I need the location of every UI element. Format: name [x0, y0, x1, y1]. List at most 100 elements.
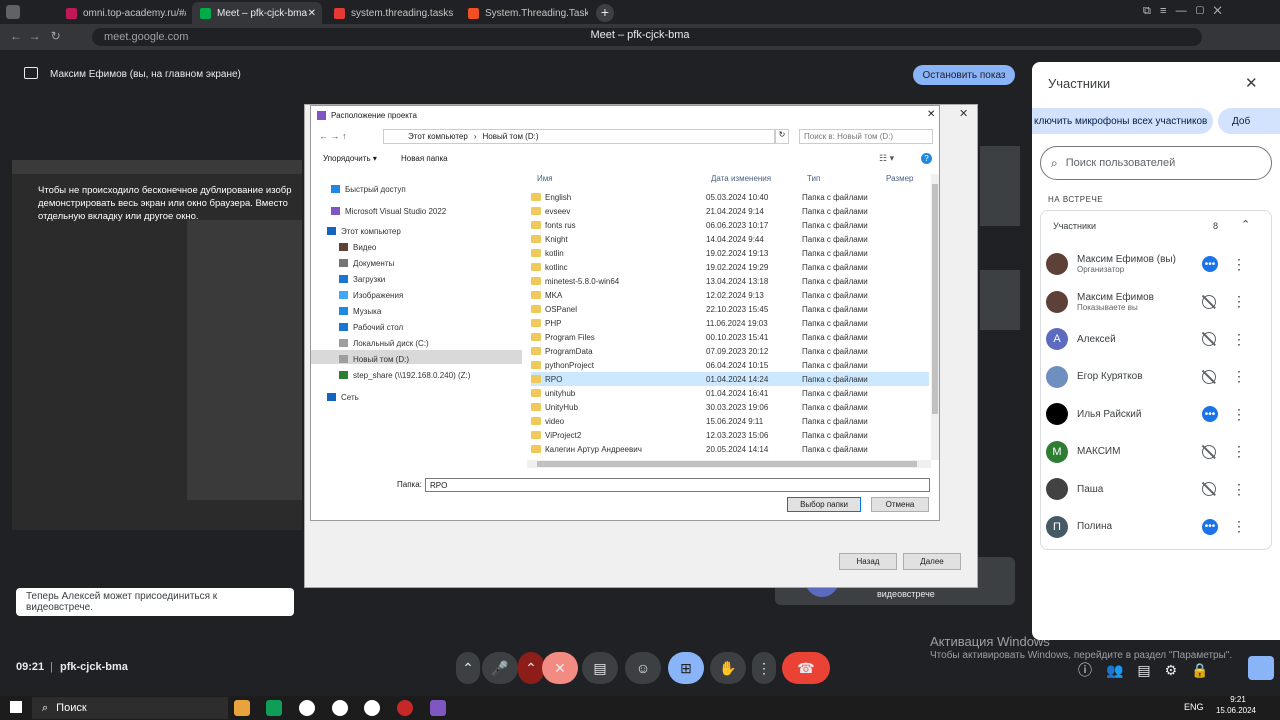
present-button[interactable]: ⊞ [668, 652, 704, 684]
file-row[interactable]: PHP 11.06.2024 19:03 Папка с файлами [531, 316, 929, 330]
raise-hand-button[interactable]: ✋ [710, 652, 746, 684]
more-options-icon[interactable]: ⋮ [1232, 256, 1246, 273]
more-options-icon[interactable]: ⋮ [1232, 481, 1246, 498]
mic-off-icon[interactable] [1202, 369, 1216, 384]
participant-row[interactable]: П Полина ••• ⋮ [1032, 509, 1262, 545]
captions-button[interactable]: ▤ [582, 652, 618, 684]
chevron-up-icon[interactable]: ⌃ [456, 652, 480, 684]
taskbar-search[interactable]: ⌕ Поиск [32, 697, 228, 719]
audio-activity-icon[interactable]: ••• [1202, 406, 1218, 422]
tree-item[interactable]: Рабочий стол [331, 320, 403, 334]
windows-start-icon[interactable] [10, 701, 22, 713]
clock-date[interactable]: 15.06.2024 [1206, 706, 1266, 715]
file-row[interactable]: minetest-5.8.0-win64 13.04.2024 13:18 Папк… [531, 274, 929, 288]
participant-row[interactable]: Егор Курятков ⋮ [1032, 359, 1262, 395]
tree-item[interactable]: Видео [331, 240, 376, 254]
scroll-thumb[interactable] [537, 461, 917, 467]
edge-icon[interactable] [266, 700, 282, 716]
camera-off-button[interactable]: ✕ [542, 652, 578, 684]
vertical-scrollbar[interactable] [931, 174, 939, 460]
file-row[interactable]: ProgramData 07.09.2023 20:12 Папка с файла… [531, 344, 929, 358]
file-row[interactable]: RPO 01.04.2024 14:24 Папка с файлами [531, 372, 929, 386]
more-options-icon[interactable]: ⋮ [1232, 331, 1246, 348]
meet-side-icons[interactable]: ⓘ👥▤⚙🔒 [1078, 660, 1223, 680]
new-folder-button[interactable]: Новая папка [401, 154, 448, 163]
file-row[interactable]: unityhub 01.04.2024 16:41 Папка с файлами [531, 386, 929, 400]
column-size[interactable]: Размер [886, 174, 914, 183]
back-button[interactable]: Назад [839, 553, 897, 570]
file-row[interactable]: English 05.03.2024 10:40 Папка с файлами [531, 190, 929, 204]
tab-meet[interactable]: Meet – pfk-cjck-bma ✕ [192, 2, 322, 24]
file-row[interactable]: kotlin 19.02.2024 19:13 Папка с файлами [531, 246, 929, 260]
mic-off-icon[interactable] [1202, 482, 1216, 496]
participant-row[interactable]: М МАКСИМ ⋮ [1032, 434, 1262, 470]
tree-item[interactable]: Этот компьютер [319, 224, 401, 238]
emoji-button[interactable]: ☺ [625, 652, 661, 684]
file-row[interactable]: MKA 12.02.2024 9:13 Папка с файлами [531, 288, 929, 302]
host-controls-button[interactable] [1248, 656, 1274, 680]
yandex-icon[interactable] [332, 700, 348, 716]
tab-search-icon[interactable] [6, 5, 20, 19]
explorer-icon[interactable] [234, 700, 250, 716]
app-icon[interactable] [397, 700, 413, 716]
folder-input[interactable]: RPO [425, 478, 930, 492]
view-options-icon[interactable]: ☷ ▾ [879, 153, 894, 164]
column-type[interactable]: Тип [807, 174, 820, 183]
path-bar[interactable]: Этот компьютер › Новый том (D:) [383, 129, 775, 144]
participant-search[interactable]: ⌕ Поиск пользователей [1040, 146, 1272, 180]
microphone-button[interactable]: 🎤 [482, 652, 518, 684]
add-people-button[interactable]: Доб [1218, 108, 1280, 134]
horizontal-scrollbar[interactable] [527, 460, 931, 468]
tree-item[interactable]: Документы [331, 256, 394, 270]
file-row[interactable]: evseev 21.04.2024 9:14 Папка с файлами [531, 204, 929, 218]
tree-item[interactable]: Локальный диск (C:) [331, 336, 429, 350]
new-tab-button[interactable]: + [596, 4, 614, 22]
file-row[interactable]: kotlinc 19.02.2024 19:29 Папка с файлами [531, 260, 929, 274]
tree-item[interactable]: Сеть [319, 390, 359, 404]
group-label[interactable]: Участники [1053, 221, 1096, 231]
more-options-icon[interactable]: ⋮ [1232, 406, 1246, 423]
tree-item[interactable]: Изображения [331, 288, 403, 302]
column-name[interactable]: Имя [537, 174, 553, 183]
column-date[interactable]: Дата изменения [711, 174, 771, 183]
url-field[interactable]: meet.google.com [92, 28, 1202, 46]
tree-item[interactable]: Музыка [331, 304, 381, 318]
audio-activity-icon[interactable]: ••• [1202, 256, 1218, 272]
file-row[interactable]: pythonProject 06.04.2024 10:15 Папка с фай… [531, 358, 929, 372]
path-segment[interactable]: Этот компьютер [408, 132, 468, 141]
chrome-icon[interactable] [299, 700, 315, 716]
participant-row[interactable]: Паша ⋮ [1032, 471, 1262, 507]
file-row[interactable]: fonts rus 06.06.2023 10:17 Папка с файлами [531, 218, 929, 232]
file-row[interactable]: Калегин Артур Андреевич 20.05.2024 14:14 П… [531, 442, 929, 456]
file-row[interactable]: OSPanel 22.10.2023 15:45 Папка с файлами [531, 302, 929, 316]
mute-all-button[interactable]: ключить микрофоны всех участников [1032, 108, 1213, 134]
nav-buttons[interactable]: ← → ↻ [10, 29, 61, 43]
close-icon[interactable]: ✕ [927, 109, 935, 120]
tree-item[interactable]: Загрузки [331, 272, 385, 286]
mic-off-icon[interactable] [1202, 294, 1216, 309]
yandex-browser-icon[interactable] [364, 700, 380, 716]
tree-item[interactable]: Быстрый доступ [323, 182, 406, 196]
file-row[interactable]: video 15.06.2024 9:11 Папка с файлами [531, 414, 929, 428]
camera-options-icon[interactable]: ⌃ [518, 652, 544, 684]
select-folder-button[interactable]: Выбор папки [787, 497, 861, 512]
tab-msdocs[interactable]: System.Threading.Tasks П [460, 2, 588, 24]
more-options-icon[interactable]: ⋮ [1232, 518, 1246, 535]
stop-sharing-button[interactable]: Остановить показ [913, 65, 1015, 85]
mic-off-icon[interactable] [1202, 444, 1216, 459]
visual-studio-icon[interactable] [430, 700, 446, 716]
leave-call-button[interactable]: ☎ [782, 652, 830, 684]
mic-off-icon[interactable] [1202, 332, 1216, 346]
file-row[interactable]: ViProject2 12.03.2023 15:06 Папка с файлам… [531, 428, 929, 442]
close-tab-icon[interactable]: ✕ [308, 8, 316, 19]
tree-item[interactable]: Microsoft Visual Studio 2022 [323, 204, 446, 218]
wizard-close-icon[interactable]: ✕ [959, 107, 968, 120]
participant-row[interactable]: А Алексей ⋮ [1032, 321, 1262, 357]
help-icon[interactable]: ? [921, 153, 932, 164]
file-row[interactable]: Knight 14.04.2024 9:44 Папка с файлами [531, 232, 929, 246]
file-row[interactable]: Program Files 00.10.2023 15:41 Папка с фай… [531, 330, 929, 344]
tab-threading[interactable]: system.threading.tasks — [326, 2, 454, 24]
more-options-button[interactable]: ⋮ [752, 652, 776, 684]
participant-row[interactable]: Илья Райский ••• ⋮ [1032, 396, 1262, 432]
language-indicator[interactable]: ENG [1184, 702, 1204, 712]
